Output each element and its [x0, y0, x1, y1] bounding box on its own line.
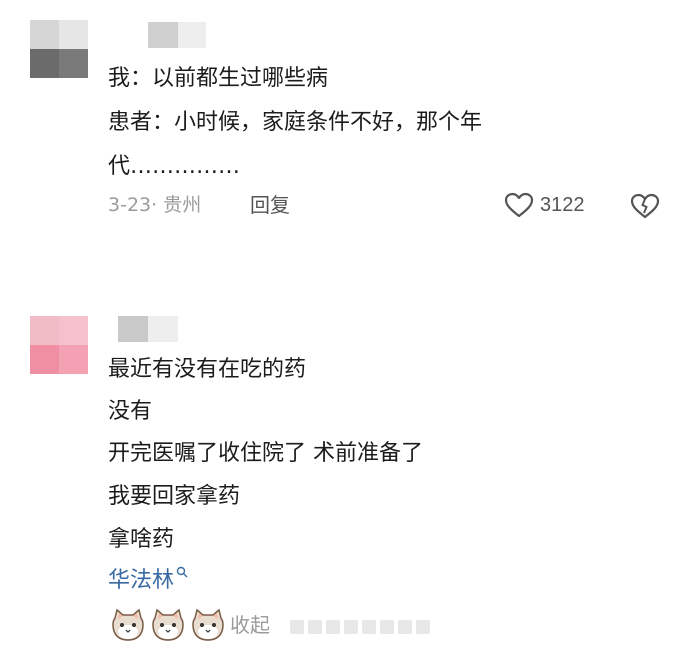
comment-text-line: 我要回家拿药 [108, 484, 241, 509]
search-icon [176, 566, 188, 583]
blurred-text [290, 620, 430, 634]
collapse-button[interactable]: 收起 [230, 610, 270, 640]
comment-text-line: 患者：小时候，家庭条件不好，那个年 [108, 110, 483, 135]
like-count: 3122 [540, 193, 585, 216]
cat-emoji-icon [152, 608, 184, 641]
username-blurred[interactable] [148, 22, 206, 48]
avatar[interactable] [30, 316, 88, 374]
comment-date-location: 3-23· 贵州 [108, 194, 202, 216]
reply-button[interactable]: 回复 [250, 190, 290, 220]
avatar[interactable] [30, 20, 88, 78]
username-blurred[interactable] [118, 316, 178, 342]
emoji-row [110, 608, 226, 642]
heart-icon [504, 192, 534, 218]
comment-text-line: 拿啥药 [108, 527, 175, 552]
search-link-text[interactable]: 华法林 [108, 566, 174, 596]
cat-emoji-icon [192, 608, 224, 641]
comment-text-line: 开完医嘱了收住院了 术前准备了 [108, 441, 423, 466]
dislike-broken-heart-icon[interactable] [630, 192, 660, 220]
comment-text-line: 我：以前都生过哪些病 [108, 66, 329, 91]
comment-text-line: 最近有没有在吃的药 [108, 357, 307, 382]
like-button[interactable]: 3122 [504, 190, 585, 220]
search-link[interactable]: 华法林 [108, 566, 188, 596]
comment-text-line: 没有 [108, 399, 153, 424]
cat-emoji-icon [112, 608, 144, 641]
comment-text-line: 代…………… [108, 154, 241, 179]
